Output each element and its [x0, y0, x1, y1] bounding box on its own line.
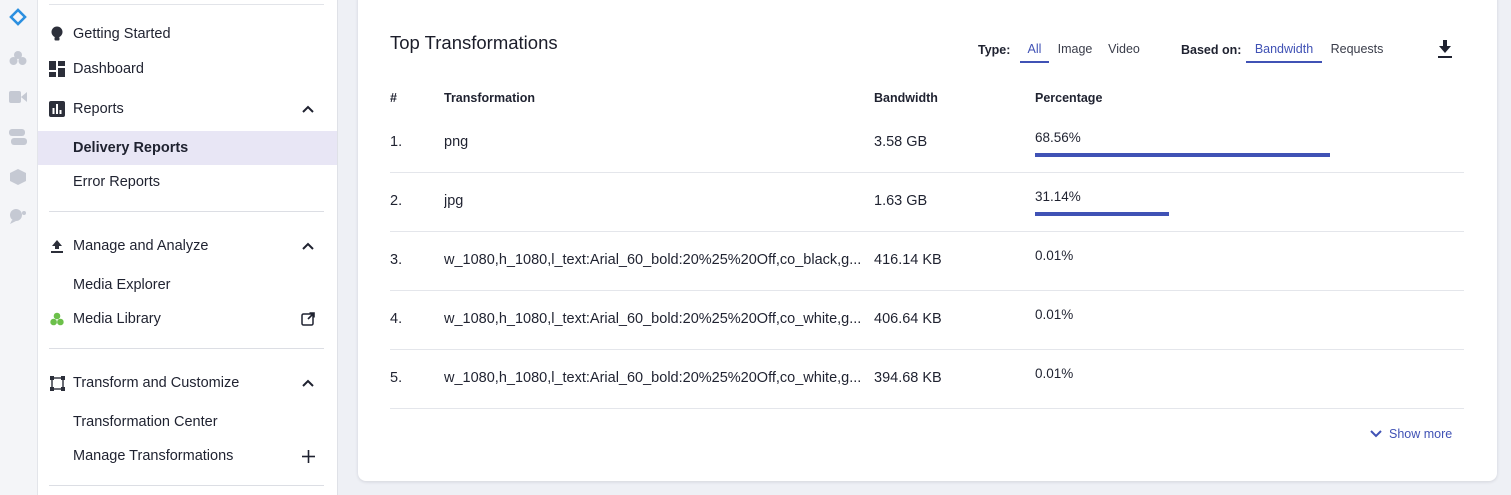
- sidebar-divider: [49, 348, 324, 349]
- sidebar-item-manage-transformations[interactable]: Manage Transformations: [38, 439, 337, 473]
- sidebar: Getting Started Dashboard Reports Delive…: [38, 0, 338, 495]
- sidebar-divider: [49, 485, 324, 486]
- table-row[interactable]: 3. w_1080,h_1080,l_text:Arial_60_bold:20%…: [390, 232, 1464, 291]
- card-title: Top Transformations: [390, 32, 558, 53]
- row-number: 4.: [390, 311, 403, 327]
- sidebar-section-label: Manage and Analyze: [73, 238, 209, 254]
- bandwidth-value: 394.68 KB: [874, 370, 942, 386]
- transformation-name: w_1080,h_1080,l_text:Arial_60_bold:20%25…: [444, 252, 862, 268]
- sidebar-divider: [49, 211, 324, 212]
- type-filter-label: Type:: [978, 43, 1011, 57]
- chevron-down-icon: [1370, 430, 1382, 438]
- percentage-value: 68.56%: [1035, 130, 1081, 145]
- sidebar-item-label: Getting Started: [73, 26, 171, 42]
- table-row[interactable]: 5. w_1080,h_1080,l_text:Arial_60_bold:20%…: [390, 350, 1464, 409]
- sidebar-item-media-library[interactable]: Media Library: [38, 302, 337, 336]
- upload-icon: [49, 238, 65, 254]
- percentage-value: 0.01%: [1035, 248, 1074, 263]
- table-row[interactable]: 1. png 3.58 GB 68.56%: [390, 114, 1464, 173]
- sidebar-item-label: Manage Transformations: [73, 448, 234, 464]
- lightbulb-icon: [49, 26, 65, 42]
- sidebar-item-transformation-center[interactable]: Transformation Center: [38, 405, 337, 439]
- row-number: 2.: [390, 193, 403, 209]
- column-header-percentage: Percentage: [1035, 91, 1103, 105]
- transformation-name: w_1080,h_1080,l_text:Arial_60_bold:20%25…: [444, 370, 862, 386]
- table-row[interactable]: 2. jpg 1.63 GB 31.14%: [390, 173, 1464, 232]
- sidebar-section-label: Reports: [73, 101, 124, 117]
- sidebar-section-transform-customize[interactable]: Transform and Customize: [38, 366, 337, 400]
- assets-icon[interactable]: [8, 48, 28, 68]
- column-header-number: #: [390, 91, 397, 105]
- based-on-filter-label: Based on:: [1181, 43, 1242, 57]
- bandwidth-value: 1.63 GB: [874, 193, 928, 209]
- sidebar-item-label: Delivery Reports: [73, 140, 189, 156]
- type-tab-all[interactable]: All: [1020, 37, 1049, 63]
- row-number: 5.: [390, 370, 403, 386]
- video-icon[interactable]: [8, 87, 28, 107]
- percentage-value: 0.01%: [1035, 307, 1074, 322]
- sidebar-section-manage-analyze[interactable]: Manage and Analyze: [38, 229, 337, 263]
- bar-chart-icon: [49, 101, 65, 117]
- dashboard-icon: [49, 61, 65, 77]
- sidebar-item-label: Media Library: [73, 311, 161, 327]
- external-link-icon[interactable]: [301, 312, 315, 326]
- download-icon[interactable]: [1436, 39, 1454, 59]
- sidebar-item-getting-started[interactable]: Getting Started: [38, 17, 337, 51]
- plus-icon[interactable]: [301, 449, 315, 463]
- row-number: 3.: [390, 252, 403, 268]
- column-header-transformation: Transformation: [444, 91, 535, 105]
- percentage-bar: [1035, 212, 1169, 216]
- sidebar-item-error-reports[interactable]: Error Reports: [38, 165, 337, 199]
- transformation-name: w_1080,h_1080,l_text:Arial_60_bold:20%25…: [444, 311, 862, 327]
- bandwidth-value: 3.58 GB: [874, 134, 928, 150]
- sidebar-section-label: Transform and Customize: [73, 375, 240, 391]
- transformation-name: png: [444, 134, 469, 150]
- percentage-value: 0.01%: [1035, 366, 1074, 381]
- transformation-name: jpg: [444, 193, 464, 209]
- top-transformations-card: Top Transformations Type: All Image Vide…: [358, 0, 1497, 481]
- sidebar-item-label: Transformation Center: [73, 414, 218, 430]
- row-number: 1.: [390, 134, 403, 150]
- column-header-bandwidth: Bandwidth: [874, 91, 938, 105]
- type-tab-image[interactable]: Image: [1056, 37, 1094, 63]
- based-on-tab-requests[interactable]: Requests: [1328, 37, 1386, 63]
- based-on-tab-bandwidth[interactable]: Bandwidth: [1246, 37, 1322, 63]
- media-library-icon: [49, 311, 65, 327]
- show-more-label: Show more: [1389, 427, 1453, 441]
- logo-icon[interactable]: [8, 7, 28, 27]
- sidebar-item-label: Error Reports: [73, 174, 161, 190]
- sidebar-item-delivery-reports[interactable]: Delivery Reports: [38, 131, 337, 165]
- table-row[interactable]: 4. w_1080,h_1080,l_text:Arial_60_bold:20%…: [390, 291, 1464, 350]
- transform-icon: [49, 375, 65, 391]
- bandwidth-value: 406.64 KB: [874, 311, 942, 327]
- sidebar-section-reports[interactable]: Reports: [38, 92, 337, 126]
- bandwidth-value: 416.14 KB: [874, 252, 942, 268]
- chevron-up-icon[interactable]: [301, 102, 315, 116]
- chevron-up-icon[interactable]: [301, 376, 315, 390]
- percentage-value: 31.14%: [1035, 189, 1081, 204]
- app-icon-rail: [0, 0, 38, 495]
- chevron-up-icon[interactable]: [301, 239, 315, 253]
- percentage-bar: [1035, 153, 1330, 157]
- sidebar-item-media-explorer[interactable]: Media Explorer: [38, 268, 337, 302]
- show-more-button[interactable]: Show more: [1370, 427, 1452, 441]
- cube-icon[interactable]: [8, 167, 28, 187]
- sidebar-item-label: Media Explorer: [73, 277, 171, 293]
- type-tab-video[interactable]: Video: [1106, 37, 1142, 63]
- messages-icon[interactable]: [8, 127, 28, 147]
- sidebar-item-label: Dashboard: [73, 61, 144, 77]
- sidebar-divider: [49, 4, 324, 5]
- ai-assistant-icon[interactable]: [8, 206, 28, 226]
- sidebar-item-dashboard[interactable]: Dashboard: [38, 52, 337, 86]
